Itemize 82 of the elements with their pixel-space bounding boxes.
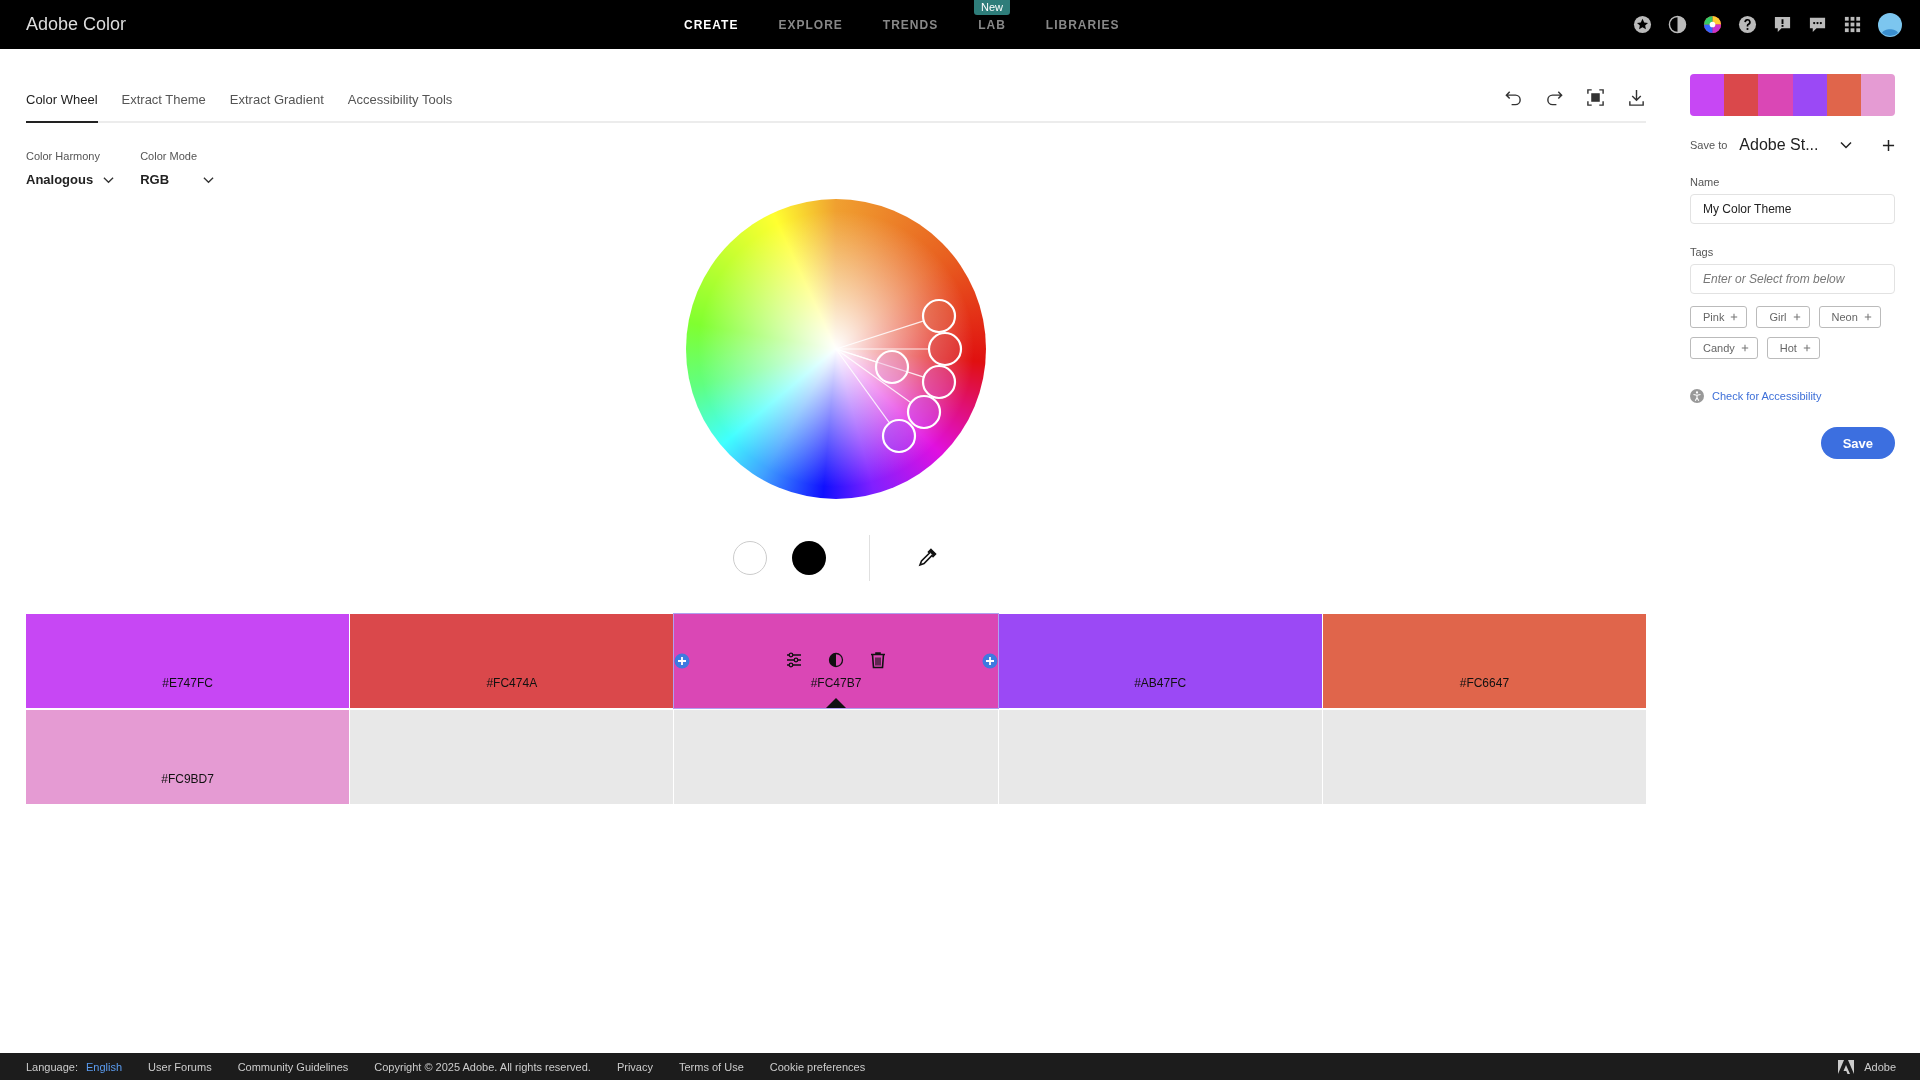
hex-code: #FC47B7 (810, 676, 862, 690)
tags-label: Tags (1690, 246, 1715, 258)
color-handle[interactable] (881, 418, 917, 454)
plus-icon (1740, 344, 1749, 352)
nav-link[interactable]: EXPLORE (778, 17, 843, 32)
name-label: Name (1690, 176, 1721, 188)
plus-icon (1792, 313, 1801, 321)
mode-dropdown[interactable]: RGB (140, 172, 215, 187)
tag-chip[interactable]: Pink (1690, 306, 1748, 328)
logo-icon (1838, 1059, 1855, 1074)
nav-link[interactable]: LAB (978, 17, 1006, 32)
field-label: Color Harmony (26, 150, 101, 162)
download-icon[interactable] (1627, 88, 1646, 107)
color-handle[interactable] (906, 394, 942, 430)
contrast-icon[interactable] (826, 650, 846, 670)
plus-icon (1863, 313, 1872, 321)
add-color-icon[interactable] (674, 653, 691, 669)
triangle-marker-icon (826, 698, 846, 708)
color-swatch[interactable]: #E747FC (26, 614, 350, 708)
nav-link[interactable]: CREATE (684, 17, 739, 32)
accessibility-link[interactable]: Check for Accessibility (1712, 390, 1822, 402)
harmony-dropdown[interactable]: Analogous (26, 172, 115, 187)
color-handle[interactable] (921, 364, 957, 400)
tag-chip[interactable]: Girl (1756, 306, 1810, 328)
footer-link[interactable]: Copyright © 2025 Adobe. All rights reserved. (374, 1060, 591, 1073)
accessibility-icon (1690, 389, 1704, 403)
tab[interactable]: Extract Gradient (229, 92, 324, 123)
language-label: Language: (26, 1060, 78, 1073)
add-color-icon[interactable] (981, 653, 998, 669)
footer-link[interactable]: Terms of Use (679, 1060, 744, 1073)
new-badge: New (974, 0, 1010, 15)
language-link[interactable]: English (86, 1060, 123, 1073)
tab[interactable]: Extract Theme (121, 92, 206, 123)
field-label: Color Mode (140, 150, 199, 162)
tag-chip[interactable]: Hot (1766, 337, 1820, 359)
help-icon[interactable] (1738, 15, 1757, 34)
hex-code: #AB47FC (1134, 676, 1187, 690)
hex-code: #FC474A (486, 676, 538, 690)
tags-input[interactable]: Enter or Select from below (1690, 264, 1895, 294)
footer-link[interactable]: Community Guidelines (237, 1060, 349, 1073)
color-handle[interactable] (921, 298, 957, 334)
hex-code: #FC6647 (1459, 676, 1510, 690)
avatar-icon[interactable] (1878, 12, 1902, 37)
hex-code: #E747FC (162, 676, 213, 690)
library-dropdown[interactable]: Adobe St... (1739, 136, 1853, 154)
save-button[interactable]: Save (1820, 427, 1895, 459)
footer-link[interactable]: User Forums (148, 1060, 212, 1073)
tag-chip[interactable]: Candy (1690, 337, 1758, 359)
chevron-down-icon (1840, 141, 1853, 149)
apps-grid-icon[interactable] (1843, 15, 1862, 34)
footer-link[interactable]: Privacy (616, 1060, 653, 1073)
chat-icon[interactable] (1808, 15, 1827, 34)
shade-circle-button[interactable] (792, 541, 826, 575)
chevron-down-icon (103, 175, 115, 184)
name-input[interactable]: My Color Theme (1690, 194, 1895, 224)
color-swatch[interactable]: #FC47B7 (674, 614, 998, 708)
hex-code: #FC9BD7 (161, 772, 214, 786)
trash-icon[interactable] (868, 650, 888, 670)
footer-link[interactable]: Cookie preferences (769, 1060, 866, 1073)
tab[interactable]: Accessibility Tools (347, 92, 453, 123)
nav-link[interactable]: LIBRARIES (1045, 17, 1120, 32)
nav-link[interactable]: TRENDS (882, 17, 939, 32)
color-wheel-icon[interactable] (1703, 15, 1722, 34)
chevron-down-icon (203, 175, 215, 184)
sliders-icon[interactable] (784, 650, 804, 670)
color-swatch[interactable]: #AB47FC (998, 614, 1322, 708)
tab[interactable]: Color Wheel (26, 92, 98, 123)
plus-icon (1730, 313, 1739, 321)
color-swatch[interactable]: #FC474A (350, 614, 674, 708)
add-icon[interactable] (1882, 138, 1895, 152)
save-to-label: Save to (1690, 139, 1728, 151)
color-swatch[interactable]: #FC9BD7 (26, 710, 350, 804)
brand-name: Adobe (1864, 1060, 1896, 1073)
color-handle[interactable] (874, 349, 910, 385)
plus-icon (1802, 344, 1811, 352)
tag-chip[interactable]: Neon (1818, 306, 1881, 328)
color-handle[interactable] (927, 331, 963, 367)
fullscreen-icon[interactable] (1586, 88, 1605, 107)
color-swatch[interactable]: #FC6647 (1322, 614, 1646, 708)
contrast-icon[interactable] (1668, 15, 1687, 34)
app-title: Adobe Color (26, 14, 128, 35)
alert-icon[interactable] (1773, 15, 1792, 34)
